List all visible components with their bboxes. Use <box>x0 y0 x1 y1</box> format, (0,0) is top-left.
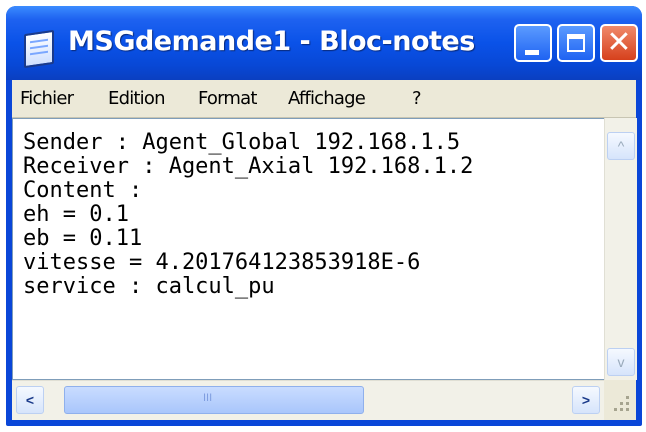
maximize-icon <box>567 34 585 52</box>
notepad-icon[interactable] <box>24 29 54 69</box>
chevron-right-icon: > <box>581 392 591 408</box>
title-bar[interactable]: MSGdemande1 - Bloc-notes ✕ <box>6 6 642 80</box>
resize-grip[interactable] <box>604 380 636 420</box>
maximize-button[interactable] <box>557 24 595 62</box>
minimize-icon <box>525 50 539 55</box>
text-line: eb = 0.11 <box>23 226 143 251</box>
menu-affichage[interactable]: Affichage <box>288 88 366 109</box>
scroll-up-button[interactable]: ^ <box>607 132 635 160</box>
scroll-left-button[interactable]: < <box>16 386 44 414</box>
chevron-down-icon: v <box>617 354 625 370</box>
chevron-left-icon: < <box>25 392 35 408</box>
horizontal-scroll-thumb[interactable]: III <box>64 386 364 414</box>
scroll-down-button[interactable]: v <box>607 348 635 376</box>
vertical-scrollbar[interactable]: ^ v <box>604 118 637 380</box>
text-line: service : calcul_pu <box>23 274 275 299</box>
scroll-right-button[interactable]: > <box>572 386 600 414</box>
window-title: MSGdemande1 - Bloc-notes <box>68 26 475 57</box>
menu-bar: Fichier Edition Format Affichage ? <box>12 80 636 118</box>
text-line: vitesse = 4.201764123853918E-6 <box>23 250 421 275</box>
chevron-up-icon: ^ <box>617 138 625 154</box>
menu-help[interactable]: ? <box>412 88 422 109</box>
menu-format[interactable]: Format <box>198 88 257 109</box>
close-button[interactable]: ✕ <box>600 24 638 62</box>
minimize-button[interactable] <box>514 24 552 62</box>
menu-fichier[interactable]: Fichier <box>20 88 74 109</box>
menu-edition[interactable]: Edition <box>108 88 165 109</box>
text-line: Sender : Agent_Global 192.168.1.5 <box>23 130 461 155</box>
grip-icon: III <box>203 392 213 404</box>
text-line: Content : <box>23 178 143 203</box>
resize-grip-icon <box>614 396 629 411</box>
notepad-window: MSGdemande1 - Bloc-notes ✕ Fichier Editi… <box>6 6 642 426</box>
text-line: eh = 0.1 <box>23 202 129 227</box>
text-line: Receiver : Agent_Axial 192.168.1.2 <box>23 154 474 179</box>
horizontal-scrollbar[interactable]: < III > <box>12 380 604 420</box>
close-icon: ✕ <box>606 25 632 60</box>
text-editor[interactable]: Sender : Agent_Global 192.168.1.5 Receiv… <box>12 118 636 380</box>
